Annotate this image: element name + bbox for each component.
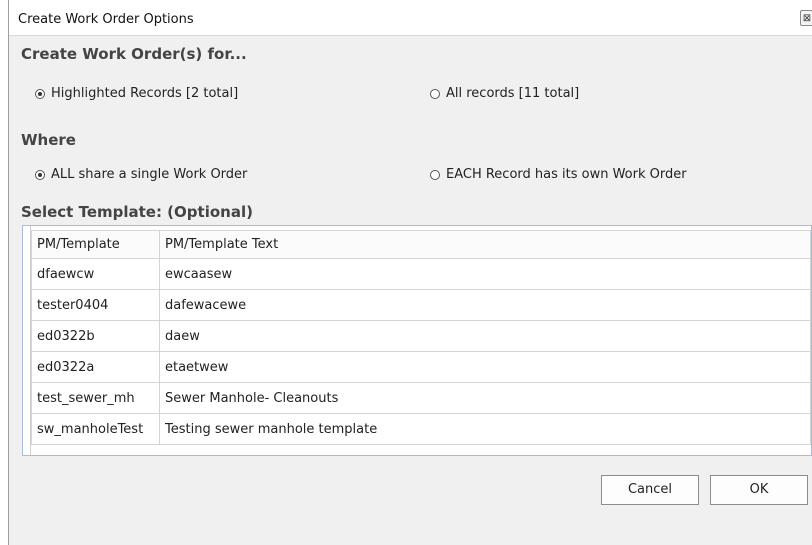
create-for-heading: Create Work Order(s) for... [21,45,247,63]
cell-template: dfaewcw [31,258,160,290]
table-header-row: PM/Template PM/Template Text [31,230,811,259]
radio-all-records[interactable]: All records [11 total] [430,86,579,101]
close-icon[interactable]: ⊠ [800,10,812,26]
cell-template-text: ewcaasew [159,258,811,290]
radio-all-share-single[interactable]: ALL share a single Work Order [35,167,247,182]
table-row[interactable]: ed0322a etaetwew [31,351,811,383]
radio-label: All records [11 total] [446,86,580,101]
radio-each-own[interactable]: EACH Record has its own Work Order [430,167,687,182]
table-row[interactable]: tester0404 dafewacewe [31,289,811,321]
cell-template: sw_manholeTest [31,413,160,445]
select-template-heading: Select Template: (Optional) [21,203,253,221]
cell-template-text: dafewacewe [159,289,811,321]
table-row[interactable]: dfaewcw ewcaasew [31,258,811,290]
cell-template-text: Testing sewer manhole template [159,413,811,445]
radio-unselected-icon[interactable] [430,169,440,180]
radio-highlighted-records[interactable]: Highlighted Records [2 total] [35,86,238,101]
dialog-titlebar: Create Work Order Options ⊠ [9,0,812,36]
radio-label: ALL share a single Work Order [51,167,248,182]
where-heading: Where [21,131,76,149]
cell-template-text: daew [159,320,811,352]
ok-button[interactable]: OK [710,475,808,505]
column-header-pm-template[interactable]: PM/Template [31,230,160,259]
radio-label: EACH Record has its own Work Order [446,167,687,182]
column-header-pm-template-text[interactable]: PM/Template Text [159,230,811,259]
radio-label: Highlighted Records [2 total] [51,86,239,101]
cancel-button[interactable]: Cancel [601,475,699,505]
grid-row-header-bar [23,226,31,455]
table-row[interactable]: test_sewer_mh Sewer Manhole- Cleanouts [31,382,811,414]
cell-template-text: etaetwew [159,351,811,383]
cell-template: tester0404 [31,289,160,321]
template-table: PM/Template PM/Template Text dfaewcw ewc… [31,230,811,445]
table-row[interactable]: ed0322b daew [31,320,811,352]
create-work-order-dialog: Create Work Order Options ⊠ Create Work … [8,0,812,545]
cell-template: ed0322b [31,320,160,352]
dialog-title: Create Work Order Options [18,12,194,27]
cell-template: ed0322a [31,351,160,383]
template-grid[interactable]: PM/Template PM/Template Text dfaewcw ewc… [22,225,812,456]
cell-template-text: Sewer Manhole- Cleanouts [159,382,811,414]
radio-unselected-icon[interactable] [430,88,440,99]
table-row[interactable]: sw_manholeTest Testing sewer manhole tem… [31,413,811,445]
radio-selected-icon[interactable] [35,169,45,180]
cell-template: test_sewer_mh [31,382,160,414]
radio-selected-icon[interactable] [35,88,45,99]
